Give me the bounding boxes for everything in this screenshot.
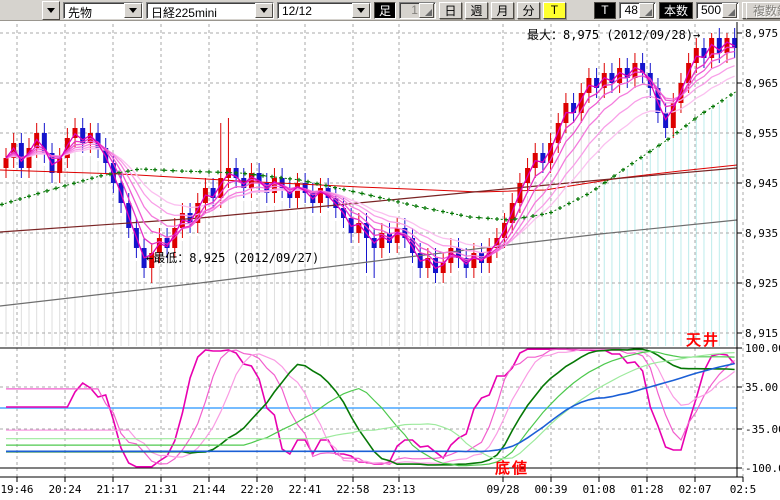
spinner-icon[interactable] xyxy=(639,3,654,18)
tick-count-label: T xyxy=(594,2,616,19)
bar-count-spinner[interactable]: 500 xyxy=(696,2,739,19)
bar-count-value: 500 xyxy=(701,3,721,17)
symbol-combobox[interactable]: 日経225mini xyxy=(146,2,274,19)
moving-average-layer xyxy=(0,42,737,306)
time-axis-label: 01:08 xyxy=(582,483,615,496)
ceiling-label: 天井 xyxy=(686,329,720,350)
chevron-down-glyph xyxy=(260,8,268,13)
chevron-down-glyph xyxy=(357,8,365,13)
period-week-button[interactable]: 週 xyxy=(465,2,488,19)
bar-count-label: 本数 xyxy=(659,2,693,19)
spinner-icon[interactable] xyxy=(722,3,737,18)
toolbar: 先物 日経225mini 12/12 足 1 日 週 月 分 T T 48 本数… xyxy=(0,0,780,21)
oscillator-axis-label: -35.00 xyxy=(745,423,780,436)
chevron-down-icon[interactable] xyxy=(352,3,370,18)
period-minute-button[interactable]: 分 xyxy=(517,2,540,19)
contract-month-combobox[interactable]: 12/12 xyxy=(277,2,371,19)
max-price-annotation: 最大：8,975 (2012/09/28)→ xyxy=(527,26,700,43)
oscillator-axis-label: 100.00 xyxy=(745,342,780,355)
multi-symbol-button[interactable]: 複数銘柄 xyxy=(746,2,780,19)
ashi-candle-button[interactable]: 足 xyxy=(374,2,396,19)
interval-spinner[interactable]: 1 xyxy=(399,2,436,19)
period-month-button[interactable]: 月 xyxy=(491,2,514,19)
price-axis-label: 8,935 xyxy=(745,227,778,240)
spinner-icon[interactable] xyxy=(419,3,434,18)
price-axis-label: 8,915 xyxy=(745,327,778,340)
tick-count-value: 48 xyxy=(624,3,638,17)
instrument-type-combobox[interactable]: 先物 xyxy=(63,2,143,19)
time-axis-label: 21:17 xyxy=(96,483,129,496)
oscillator-axis-label: -100.00 xyxy=(745,462,780,475)
chevron-down-icon[interactable] xyxy=(124,3,142,18)
period-day-button[interactable]: 日 xyxy=(439,2,462,19)
time-axis-label: 20:24 xyxy=(48,483,81,496)
time-axis-label: 09/28 xyxy=(486,483,519,496)
time-axis-label: 00:39 xyxy=(534,483,567,496)
oscillator-axis-label: 35.00 xyxy=(745,381,778,394)
tick-count-spinner[interactable]: 48 xyxy=(619,2,656,19)
symbol-value: 日経225mini xyxy=(147,3,221,18)
chevron-down-glyph xyxy=(129,8,137,13)
time-axis-label: 02:5 xyxy=(730,483,757,496)
period-tick-button[interactable]: T xyxy=(543,2,566,19)
ema-ribbon-line xyxy=(6,58,735,257)
grid-lines xyxy=(0,24,743,477)
left-dropdown-button[interactable] xyxy=(42,1,60,20)
chart-application-window: { "toolbar": { "left_dropdown": "", "com… xyxy=(0,0,780,500)
time-axis-label: 23:13 xyxy=(382,483,415,496)
time-axis-label: 22:58 xyxy=(336,483,369,496)
bottom-label: 底値 xyxy=(495,457,529,478)
price-axis-label: 8,965 xyxy=(745,77,778,90)
min-price-annotation: ←最低：8,925 (2012/09/27) xyxy=(146,249,319,266)
chevron-down-icon xyxy=(47,8,55,13)
time-axis-label: 22:41 xyxy=(288,483,321,496)
price-axis-label: 8,945 xyxy=(745,177,778,190)
time-axis-label: 21:44 xyxy=(192,483,225,496)
price-axis-label: 8,955 xyxy=(745,127,778,140)
chevron-down-icon[interactable] xyxy=(255,3,273,18)
rci-green-slow xyxy=(6,353,735,459)
oscillator-layer xyxy=(0,348,737,468)
hatch-lines xyxy=(6,95,735,346)
instrument-type-value: 先物 xyxy=(64,3,96,18)
price-axis-label: 8,975 xyxy=(745,27,778,40)
chart-canvas[interactable]: 8,975 8,965 8,955 8,945 8,935 8,925 8,915 100.0… xyxy=(0,0,780,500)
time-axis-label: 01:28 xyxy=(630,483,663,496)
price-axis-label: 8,925 xyxy=(745,277,778,290)
time-axis-label: 21:31 xyxy=(144,483,177,496)
time-axis-label: 19:46 xyxy=(0,483,33,496)
time-axis-label: 02:07 xyxy=(678,483,711,496)
ma-maroon xyxy=(0,168,737,232)
rci-green-fast xyxy=(6,349,735,465)
contract-month-value: 12/12 xyxy=(278,3,316,18)
time-axis-label: 22:20 xyxy=(240,483,273,496)
interval-value: 1 xyxy=(404,3,418,17)
